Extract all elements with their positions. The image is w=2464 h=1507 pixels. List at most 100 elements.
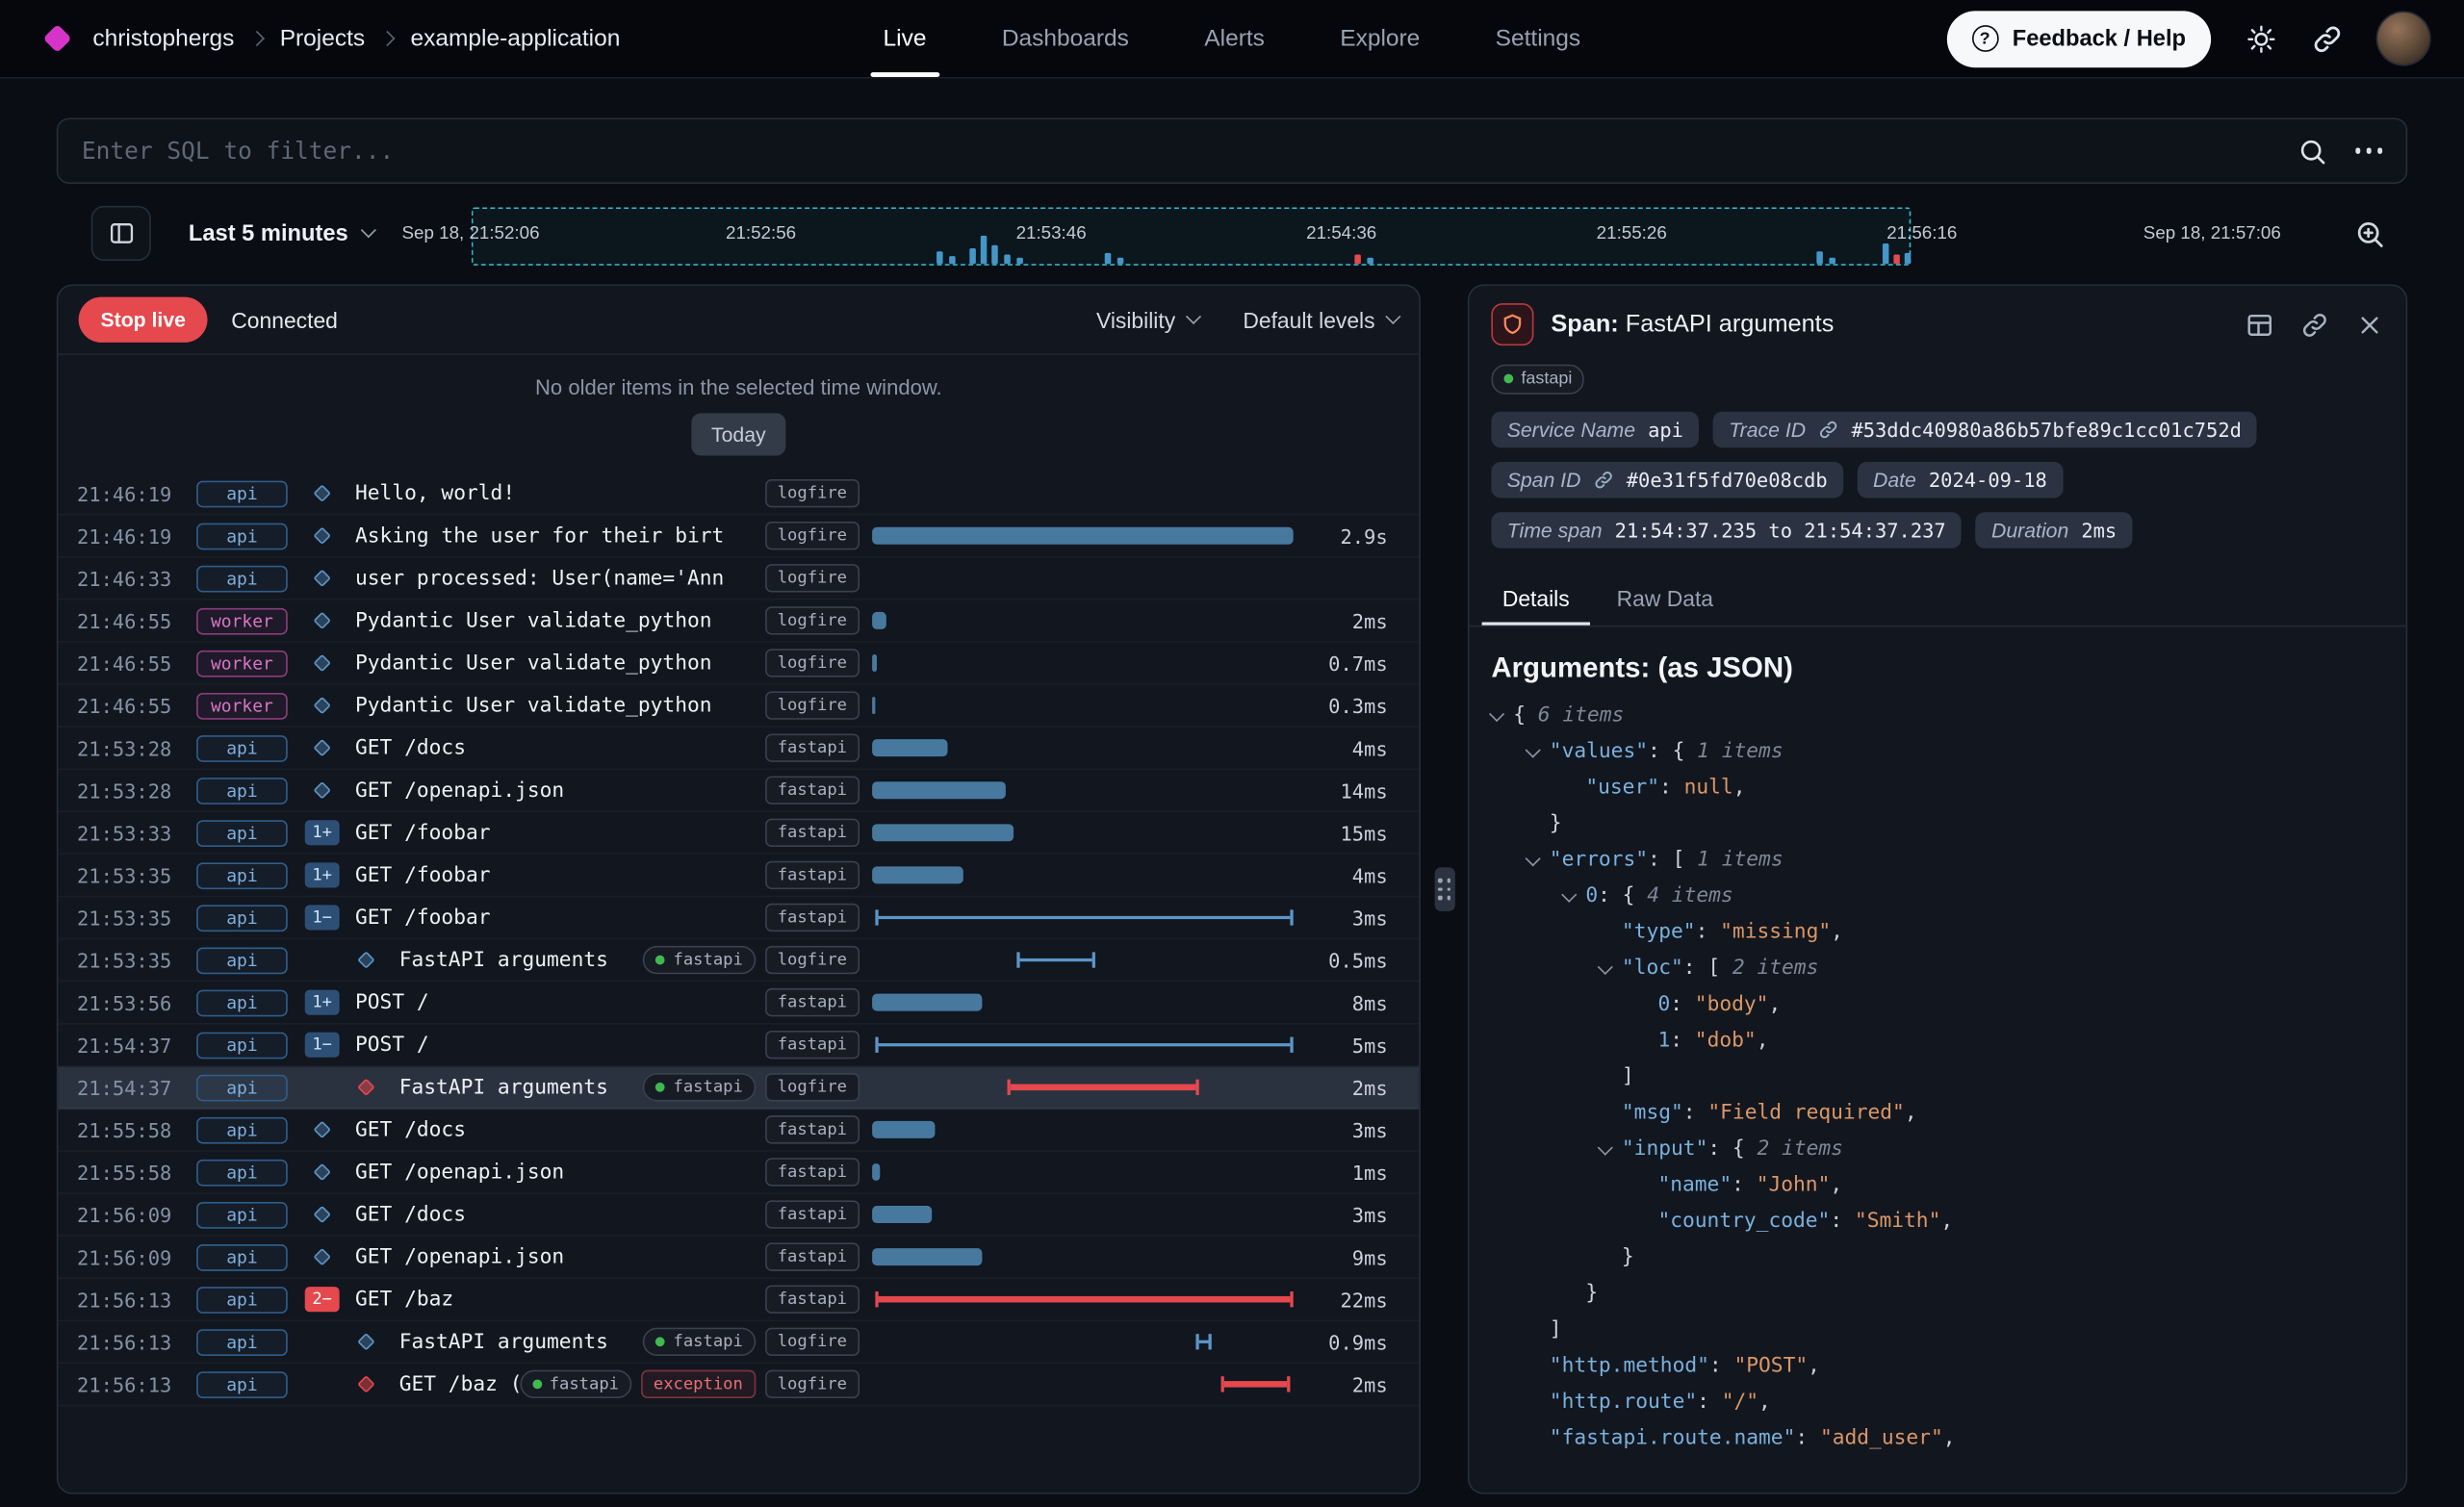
feedback-help-button[interactable]: Feedback / Help <box>1946 11 2211 67</box>
trace-row[interactable]: 21:55:58apiGET /docsfastapi3ms <box>58 1110 1419 1152</box>
service-tag[interactable]: api <box>196 777 288 804</box>
service-tag[interactable]: api <box>196 819 288 846</box>
share-link-icon[interactable] <box>2312 23 2344 55</box>
trace-row[interactable]: 21:56:09apiGET /openapi.jsonfastapi9ms <box>58 1237 1419 1279</box>
collapse-caret-icon[interactable] <box>1489 706 1504 722</box>
tab-raw-data[interactable]: Raw Data <box>1596 571 1733 625</box>
link-icon[interactable] <box>1593 469 1613 489</box>
trace-row[interactable]: 21:54:37apiFastAPI argumentsfastapilogfi… <box>58 1067 1419 1110</box>
trace-row[interactable]: 21:53:35api1+GET /foobarfastapi4ms <box>58 855 1419 897</box>
tag-pill-fastapi[interactable]: fastapi <box>765 988 860 1017</box>
tag-pill-fastapi[interactable]: fastapi <box>765 1285 860 1314</box>
tag-pill-fastapi[interactable]: fastapi <box>644 945 756 974</box>
trace-row[interactable]: 21:56:09apiGET /docsfastapi3ms <box>58 1194 1419 1237</box>
tag-pill-fastapi[interactable]: fastapi <box>765 860 860 889</box>
time-range-selector[interactable]: Last 5 minutes <box>189 220 373 245</box>
tag-pill-fastapi[interactable]: fastapi <box>765 1115 860 1144</box>
service-tag[interactable]: api <box>196 1328 288 1355</box>
nav-tab-alerts[interactable]: Alerts <box>1204 0 1265 77</box>
trace-row[interactable]: 21:46:55workerPydantic User validate_pyt… <box>58 600 1419 643</box>
trace-row[interactable]: 21:56:13apiFastAPI argumentsfastapilogfi… <box>58 1321 1419 1364</box>
zoom-in-icon[interactable] <box>2354 217 2386 249</box>
service-tag[interactable]: api <box>196 905 288 932</box>
collapse-caret-icon[interactable] <box>1561 887 1577 903</box>
trace-row[interactable]: 21:56:13api2−GET /bazfastapi22ms <box>58 1279 1419 1321</box>
stop-live-button[interactable]: Stop live <box>79 297 208 343</box>
tag-pill-logfire[interactable]: logfire <box>765 479 860 508</box>
collapse-caret-icon[interactable] <box>1598 959 1613 975</box>
service-tag[interactable]: api <box>196 1159 288 1186</box>
service-tag[interactable]: api <box>196 1032 288 1059</box>
trace-row[interactable]: 21:46:55workerPydantic User validate_pyt… <box>58 643 1419 685</box>
visibility-dropdown[interactable]: Visibility <box>1096 307 1199 332</box>
trace-row[interactable]: 21:53:33api1+GET /foobarfastapi15ms <box>58 812 1419 855</box>
service-tag[interactable]: api <box>196 1286 288 1313</box>
service-tag[interactable]: api <box>196 565 288 592</box>
service-tag[interactable]: worker <box>196 607 288 634</box>
more-options-icon[interactable] <box>2355 148 2383 154</box>
breadcrumb-item[interactable]: christophergs <box>92 25 234 52</box>
service-tag[interactable]: worker <box>196 650 288 677</box>
timeline[interactable]: Sep 18, 21:52:0621:52:5621:53:4621:54:36… <box>414 198 2338 268</box>
search-icon[interactable] <box>2297 136 2326 166</box>
trace-row[interactable]: 21:53:35api1−GET /foobarfastapi3ms <box>58 897 1419 939</box>
service-tag[interactable]: api <box>196 734 288 761</box>
tag-pill-logfire[interactable]: logfire <box>765 945 860 974</box>
tag-pill-fastapi[interactable]: fastapi <box>765 733 860 762</box>
tag-pill-fastapi[interactable]: fastapi <box>765 1158 860 1187</box>
panel-resize-handle[interactable] <box>1435 867 1455 911</box>
tag-pill-logfire[interactable]: logfire <box>765 1327 860 1356</box>
tag-pill-fastapi[interactable]: fastapi <box>520 1369 631 1398</box>
logfire-logo-icon[interactable] <box>43 24 72 53</box>
tag-pill-fastapi[interactable]: fastapi <box>765 1031 860 1060</box>
theme-toggle-icon[interactable] <box>2246 23 2277 55</box>
default-levels-dropdown[interactable]: Default levels <box>1243 307 1399 332</box>
tag-pill-exception[interactable]: exception <box>641 1369 756 1398</box>
children-toggle-badge[interactable]: 1+ <box>305 990 339 1014</box>
tab-details[interactable]: Details <box>1482 571 1590 625</box>
nav-tab-dashboards[interactable]: Dashboards <box>1002 0 1129 77</box>
tag-pill-fastapi[interactable]: fastapi <box>765 1242 860 1271</box>
collapse-caret-icon[interactable] <box>1598 1140 1613 1156</box>
timeline-selection[interactable] <box>471 208 1911 266</box>
trace-row[interactable]: 21:46:19apiHello, world!logfire <box>58 473 1419 515</box>
tag-pill-logfire[interactable]: logfire <box>765 649 860 677</box>
tag-pill-fastapi[interactable]: fastapi <box>644 1073 756 1102</box>
children-toggle-badge[interactable]: 1− <box>305 906 339 930</box>
tag-pill-fastapi[interactable]: fastapi <box>765 776 860 805</box>
children-toggle-badge[interactable]: 2− <box>305 1288 339 1312</box>
sql-filter-input[interactable] <box>82 137 2269 165</box>
trace-row[interactable]: 21:55:58apiGET /openapi.jsonfastapi1ms <box>58 1152 1419 1194</box>
service-tag[interactable]: api <box>196 523 288 549</box>
close-icon[interactable] <box>2355 310 2383 338</box>
breadcrumb-item[interactable]: Projects <box>280 25 365 52</box>
nav-tab-settings[interactable]: Settings <box>1496 0 1580 77</box>
service-tag[interactable]: api <box>196 1370 288 1397</box>
open-table-icon[interactable] <box>2246 310 2273 338</box>
service-tag[interactable]: api <box>196 1074 288 1101</box>
nav-tab-explore[interactable]: Explore <box>1340 0 1420 77</box>
trace-row[interactable]: 21:53:56api1+POST /fastapi8ms <box>58 982 1419 1024</box>
service-tag[interactable]: api <box>196 480 288 507</box>
trace-row[interactable]: 21:46:55workerPydantic User validate_pyt… <box>58 685 1419 728</box>
tag-pill-fastapi[interactable]: fastapi <box>765 903 860 932</box>
nav-tab-live[interactable]: Live <box>884 0 927 77</box>
children-toggle-badge[interactable]: 1+ <box>305 863 339 887</box>
trace-row[interactable]: 21:53:28apiGET /docsfastapi4ms <box>58 728 1419 770</box>
user-avatar[interactable] <box>2377 13 2429 64</box>
service-tag[interactable]: api <box>196 1243 288 1270</box>
link-icon[interactable] <box>1818 419 1838 439</box>
tag-pill-fastapi[interactable]: fastapi <box>644 1327 756 1356</box>
tag-pill-logfire[interactable]: logfire <box>765 1073 860 1102</box>
children-toggle-badge[interactable]: 1− <box>305 1033 339 1057</box>
trace-row[interactable]: 21:54:37api1−POST /fastapi5ms <box>58 1024 1419 1066</box>
copy-link-icon[interactable] <box>2300 310 2328 338</box>
tag-pill-fastapi[interactable]: fastapi <box>765 818 860 847</box>
tag-pill-fastapi[interactable]: fastapi <box>1491 364 1584 394</box>
service-tag[interactable]: api <box>196 1116 288 1143</box>
tag-pill-logfire[interactable]: logfire <box>765 606 860 635</box>
collapse-caret-icon[interactable] <box>1526 743 1541 758</box>
collapse-caret-icon[interactable] <box>1526 851 1541 866</box>
service-tag[interactable]: api <box>196 862 288 889</box>
children-toggle-badge[interactable]: 1+ <box>305 821 339 845</box>
